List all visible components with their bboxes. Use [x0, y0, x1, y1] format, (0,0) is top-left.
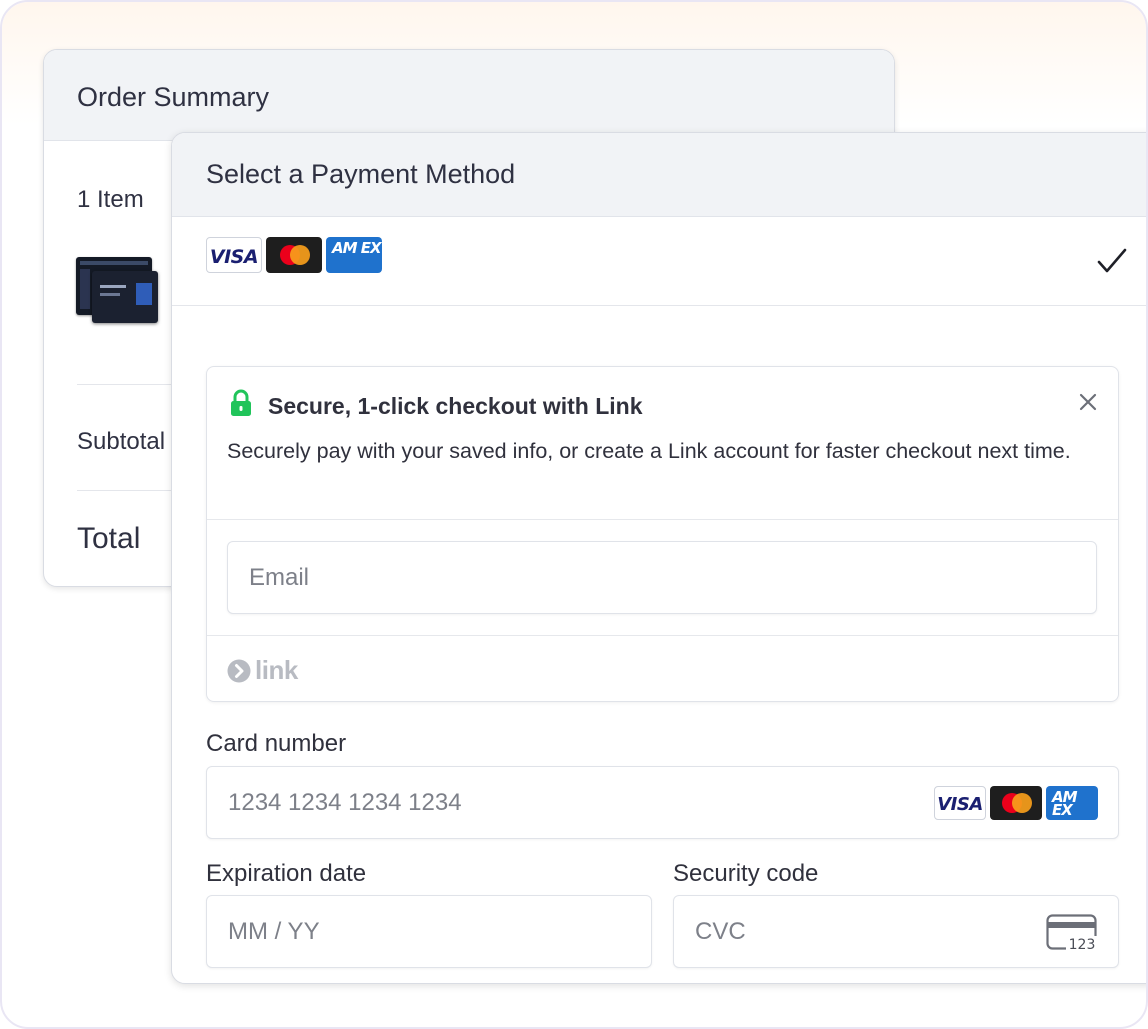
- divider: [207, 635, 1118, 636]
- amex-logo-text: AM EX: [1052, 788, 1078, 819]
- payment-method-title: Select a Payment Method: [206, 159, 516, 189]
- close-icon[interactable]: [1077, 391, 1099, 413]
- visa-logo-text: VISA: [937, 794, 983, 815]
- link-logo: link: [227, 655, 298, 686]
- mastercard-logo-icon: [266, 237, 322, 273]
- visa-logo-text: VISA: [209, 246, 259, 268]
- mastercard-logo-icon: [990, 786, 1042, 820]
- card-payment-option[interactable]: VISA AM EX: [172, 217, 1146, 306]
- total-label: Total: [77, 522, 141, 555]
- security-code-label: Security code: [673, 860, 819, 887]
- link-arrow-icon: [227, 659, 251, 682]
- payment-method-card: Select a Payment Method VISA AM EX Secur…: [171, 132, 1146, 984]
- checkmark-icon: [1097, 248, 1127, 273]
- security-code-field-wrapper: 123: [673, 895, 1119, 968]
- amex-logo-text: AM EX: [332, 239, 382, 257]
- divider: [207, 519, 1118, 520]
- expiration-date-field[interactable]: [207, 896, 651, 967]
- card-brand-logos: VISA AM EX: [206, 237, 382, 273]
- order-summary-header: Order Summary: [44, 50, 894, 141]
- cvc-card-icon: 123: [1046, 914, 1097, 952]
- link-checkout-panel: Secure, 1-click checkout with Link Secur…: [206, 366, 1119, 702]
- visa-logo-icon: VISA: [934, 786, 986, 820]
- expiration-date-field-wrapper: [206, 895, 652, 968]
- product-thumbnail: [76, 257, 160, 325]
- card-number-field-wrapper: VISA AM EX: [206, 766, 1119, 839]
- card-number-brand-logos: VISA AM EX: [934, 786, 1098, 820]
- visa-logo-icon: VISA: [206, 237, 262, 273]
- link-description: Securely pay with your saved info, or cr…: [227, 439, 1071, 463]
- email-field[interactable]: [227, 541, 1097, 614]
- thumbnail-screen-front: [92, 271, 158, 323]
- order-summary-title: Order Summary: [77, 82, 270, 112]
- app-frame: Order Summary 1 Item Subtotal Total Sele…: [0, 0, 1148, 1029]
- subtotal-label: Subtotal: [77, 428, 166, 455]
- amex-logo-icon: AM EX: [1046, 786, 1098, 820]
- expiration-date-label: Expiration date: [206, 860, 367, 887]
- payment-method-header: Select a Payment Method: [172, 133, 1146, 217]
- item-count: 1 Item: [77, 186, 144, 213]
- amex-logo-icon: AM EX: [326, 237, 382, 273]
- link-title: Secure, 1-click checkout with Link: [268, 393, 643, 419]
- card-number-label: Card number: [206, 730, 347, 757]
- link-wordmark: link: [255, 655, 298, 685]
- cvc-icon-text: 123: [1069, 937, 1096, 952]
- lock-icon: [231, 389, 251, 416]
